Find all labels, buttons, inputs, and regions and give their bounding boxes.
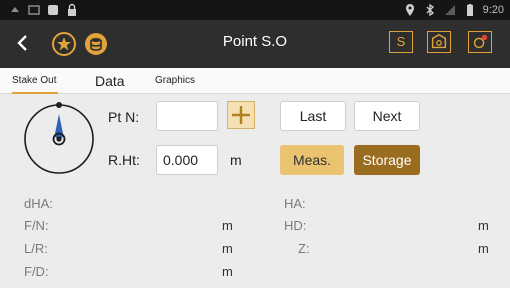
- lr-label: L/R:: [24, 241, 48, 256]
- app-bar: Point S.O S: [0, 20, 510, 68]
- ha-label: HA:: [284, 196, 306, 211]
- map-icon[interactable]: [427, 31, 451, 53]
- s-button[interactable]: S: [389, 31, 413, 53]
- lr-unit: m: [222, 241, 233, 256]
- add-point-button[interactable]: [227, 101, 255, 129]
- fn-label: F/N:: [24, 218, 49, 233]
- screen-icon: [28, 5, 40, 15]
- bluetooth-icon: [426, 3, 434, 17]
- hd-unit: m: [478, 218, 489, 233]
- compass-icon: [24, 102, 94, 174]
- status-time: 9:20: [482, 4, 504, 16]
- tab-bar: Stake Out Data Graphics: [0, 68, 510, 94]
- rht-input[interactable]: 0.000: [156, 145, 218, 175]
- pt-label: Pt N:: [108, 109, 140, 125]
- tab-stake-out[interactable]: Stake Out: [12, 68, 58, 94]
- z-unit: m: [478, 241, 489, 256]
- lock-icon: [68, 3, 76, 16]
- fd-label: F/D:: [24, 264, 49, 279]
- location-icon: [405, 4, 414, 16]
- square-icon: [48, 5, 58, 15]
- measure-button[interactable]: Meas.: [280, 145, 344, 175]
- last-button[interactable]: Last: [280, 101, 346, 131]
- dha-label: dHA:: [24, 196, 53, 211]
- notification-icon: [11, 7, 19, 12]
- next-button[interactable]: Next: [354, 101, 420, 131]
- fn-unit: m: [222, 218, 233, 233]
- tab-graphics[interactable]: Graphics: [155, 68, 195, 94]
- rht-label: R.Ht:: [108, 152, 140, 168]
- z-label: Z:: [298, 241, 310, 256]
- storage-button[interactable]: Storage: [354, 145, 420, 175]
- pt-number-input[interactable]: [156, 101, 218, 131]
- status-bar: 9:20: [0, 0, 510, 20]
- gps-settings-icon[interactable]: [468, 31, 492, 53]
- rht-unit: m: [230, 152, 242, 168]
- battery-icon: [466, 4, 473, 16]
- hd-label: HD:: [284, 218, 307, 233]
- tab-data[interactable]: Data: [95, 68, 125, 94]
- fd-unit: m: [222, 264, 233, 279]
- signal-icon: [444, 5, 455, 15]
- plus-icon: [232, 106, 250, 124]
